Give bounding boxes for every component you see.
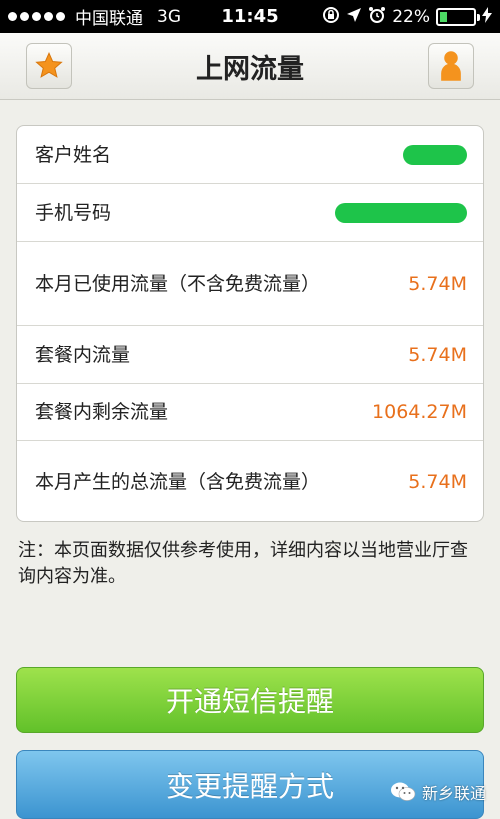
location-arrow-icon (346, 7, 362, 27)
customer-name-label: 客户姓名 (35, 143, 112, 166)
status-right: 22% (322, 6, 492, 28)
disclaimer-note: 注：本页面数据仅供参考使用，详细内容以当地营业厅查询内容为准。 (18, 540, 468, 587)
navigation-bar: 上网流量 (0, 33, 500, 100)
monthly-used-label: 本月已使用流量（不含免费流量） (35, 272, 321, 295)
traffic-info-table: 客户姓名 手机号码 本月已使用流量（不含免费流量） 5.74M 套餐内流量 5.… (16, 125, 484, 522)
remaining-traffic-value: 1064.27M (372, 401, 467, 423)
table-row: 套餐内流量 5.74M (17, 326, 483, 384)
package-traffic-value: 5.74M (408, 343, 467, 366)
page-title: 上网流量 (196, 54, 304, 85)
status-bar: 中国联通 3G 11:45 22% (0, 0, 500, 33)
phone-number-label: 手机号码 (35, 201, 112, 224)
total-traffic-label: 本月产生的总流量（含免费流量） (35, 471, 321, 493)
wechat-icon (390, 782, 416, 801)
table-row: 手机号码 (17, 184, 483, 242)
signal-strength-icon (8, 12, 65, 21)
table-row: 客户姓名 (17, 126, 483, 184)
total-traffic-value: 5.74M (408, 471, 467, 493)
status-time: 11:45 (221, 6, 279, 27)
star-icon (35, 52, 63, 78)
battery-percent: 22% (392, 6, 430, 27)
table-row: 套餐内剩余流量 1064.27M (17, 384, 483, 441)
table-row: 本月产生的总流量（含免费流量） 5.74M (17, 441, 483, 521)
phone-number-redacted (335, 202, 467, 223)
battery-icon (436, 7, 480, 26)
customer-name-redacted (403, 144, 467, 165)
remaining-traffic-label: 套餐内剩余流量 (35, 401, 169, 423)
status-left: 中国联通 3G (8, 4, 181, 29)
table-row: 本月已使用流量（不含免费流量） 5.74M (17, 242, 483, 326)
favorite-button[interactable] (26, 43, 72, 89)
monthly-used-value: 5.74M (408, 272, 467, 295)
enable-sms-reminder-button[interactable]: 开通短信提醒 (16, 667, 484, 733)
person-icon (441, 51, 461, 81)
user-profile-button[interactable] (428, 43, 474, 89)
rotation-lock-icon (322, 6, 340, 28)
charging-bolt-icon (482, 6, 492, 27)
network-type: 3G (157, 6, 181, 27)
carrier-name: 中国联通 (75, 9, 143, 29)
watermark-text: 新乡联通 (421, 784, 486, 803)
watermark: 新乡联通 (390, 780, 486, 804)
alarm-icon (368, 6, 386, 28)
package-traffic-label: 套餐内流量 (35, 343, 131, 366)
